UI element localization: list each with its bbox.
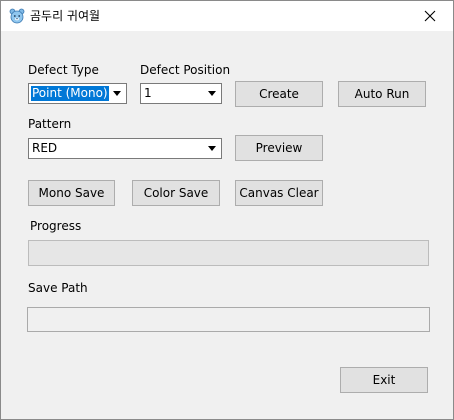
- defect-position-label: Defect Position: [140, 63, 231, 77]
- pattern-label: Pattern: [28, 117, 72, 131]
- window-title: 곰두리 귀여월: [30, 9, 101, 23]
- auto-run-button[interactable]: Auto Run: [338, 81, 426, 107]
- defect-type-value: Point (Mono): [31, 86, 109, 101]
- defect-position-value: 1: [144, 86, 152, 100]
- chevron-down-icon[interactable]: [204, 140, 220, 157]
- progress-bar: [28, 240, 429, 266]
- defect-position-select[interactable]: 1: [140, 83, 222, 104]
- close-button[interactable]: [407, 1, 453, 31]
- title-bar[interactable]: 곰두리 귀여월: [1, 1, 453, 31]
- bear-icon: [9, 8, 25, 24]
- chevron-down-icon[interactable]: [109, 85, 125, 102]
- defect-type-label: Defect Type: [28, 63, 99, 77]
- main-window: 곰두리 귀여월 Defect Type Point (Mono) Defect …: [0, 0, 454, 420]
- close-icon: [424, 10, 436, 22]
- canvas-clear-button[interactable]: Canvas Clear: [235, 180, 323, 206]
- preview-button[interactable]: Preview: [235, 135, 323, 161]
- save-path-label: Save Path: [28, 281, 88, 295]
- create-button[interactable]: Create: [235, 81, 323, 107]
- color-save-button[interactable]: Color Save: [132, 180, 220, 206]
- chevron-down-icon[interactable]: [204, 85, 220, 102]
- exit-button[interactable]: Exit: [340, 367, 428, 393]
- save-path-field[interactable]: [27, 307, 430, 332]
- defect-type-select[interactable]: Point (Mono): [28, 83, 127, 104]
- mono-save-button[interactable]: Mono Save: [28, 180, 115, 206]
- pattern-value: RED: [32, 141, 58, 155]
- pattern-select[interactable]: RED: [28, 138, 222, 159]
- progress-label: Progress: [30, 219, 82, 233]
